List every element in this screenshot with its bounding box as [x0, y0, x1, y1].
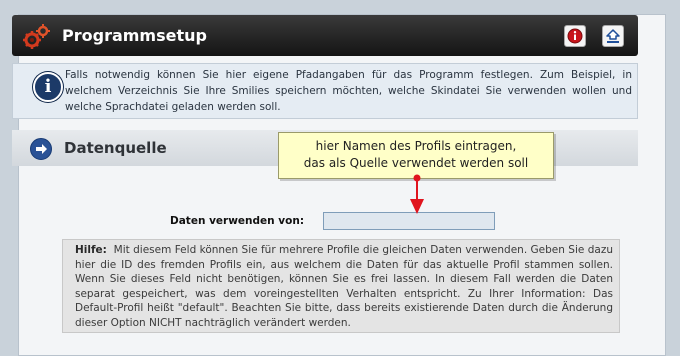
- help-label: Hilfe:: [75, 244, 107, 256]
- help-text: Hilfe: Mit diesem Feld können Sie für me…: [75, 243, 613, 330]
- page-title: Programmsetup: [62, 26, 207, 45]
- annotation-line-2: das als Quelle verwendet werden soll: [303, 156, 529, 170]
- gears-icon: [23, 24, 50, 49]
- annotation-arrow: [410, 174, 424, 214]
- help-box: Hilfe: Mit diesem Feld können Sie für me…: [62, 239, 620, 333]
- annotation-line-1: hier Namen des Profils eintragen,: [315, 139, 517, 153]
- arrow-right-icon: [30, 138, 52, 160]
- info-circle-icon: i: [33, 72, 63, 102]
- collapse-button[interactable]: [602, 25, 624, 47]
- info-box: i Falls notwendig können Sie hier eigene…: [12, 63, 638, 119]
- collapse-up-icon: [606, 29, 620, 43]
- panel-header: Programmsetup: [12, 15, 638, 56]
- help-body: Mit diesem Feld können Sie für mehrere P…: [75, 244, 613, 329]
- field-label: Daten verwenden von:: [170, 215, 305, 227]
- info-icon: [567, 28, 583, 44]
- info-text: Falls notwendig können Sie hier eigene P…: [65, 69, 632, 113]
- section-title: Datenquelle: [64, 139, 167, 157]
- info-button[interactable]: [564, 25, 586, 47]
- annotation-callout: hier Namen des Profils eintragen, das al…: [278, 132, 554, 179]
